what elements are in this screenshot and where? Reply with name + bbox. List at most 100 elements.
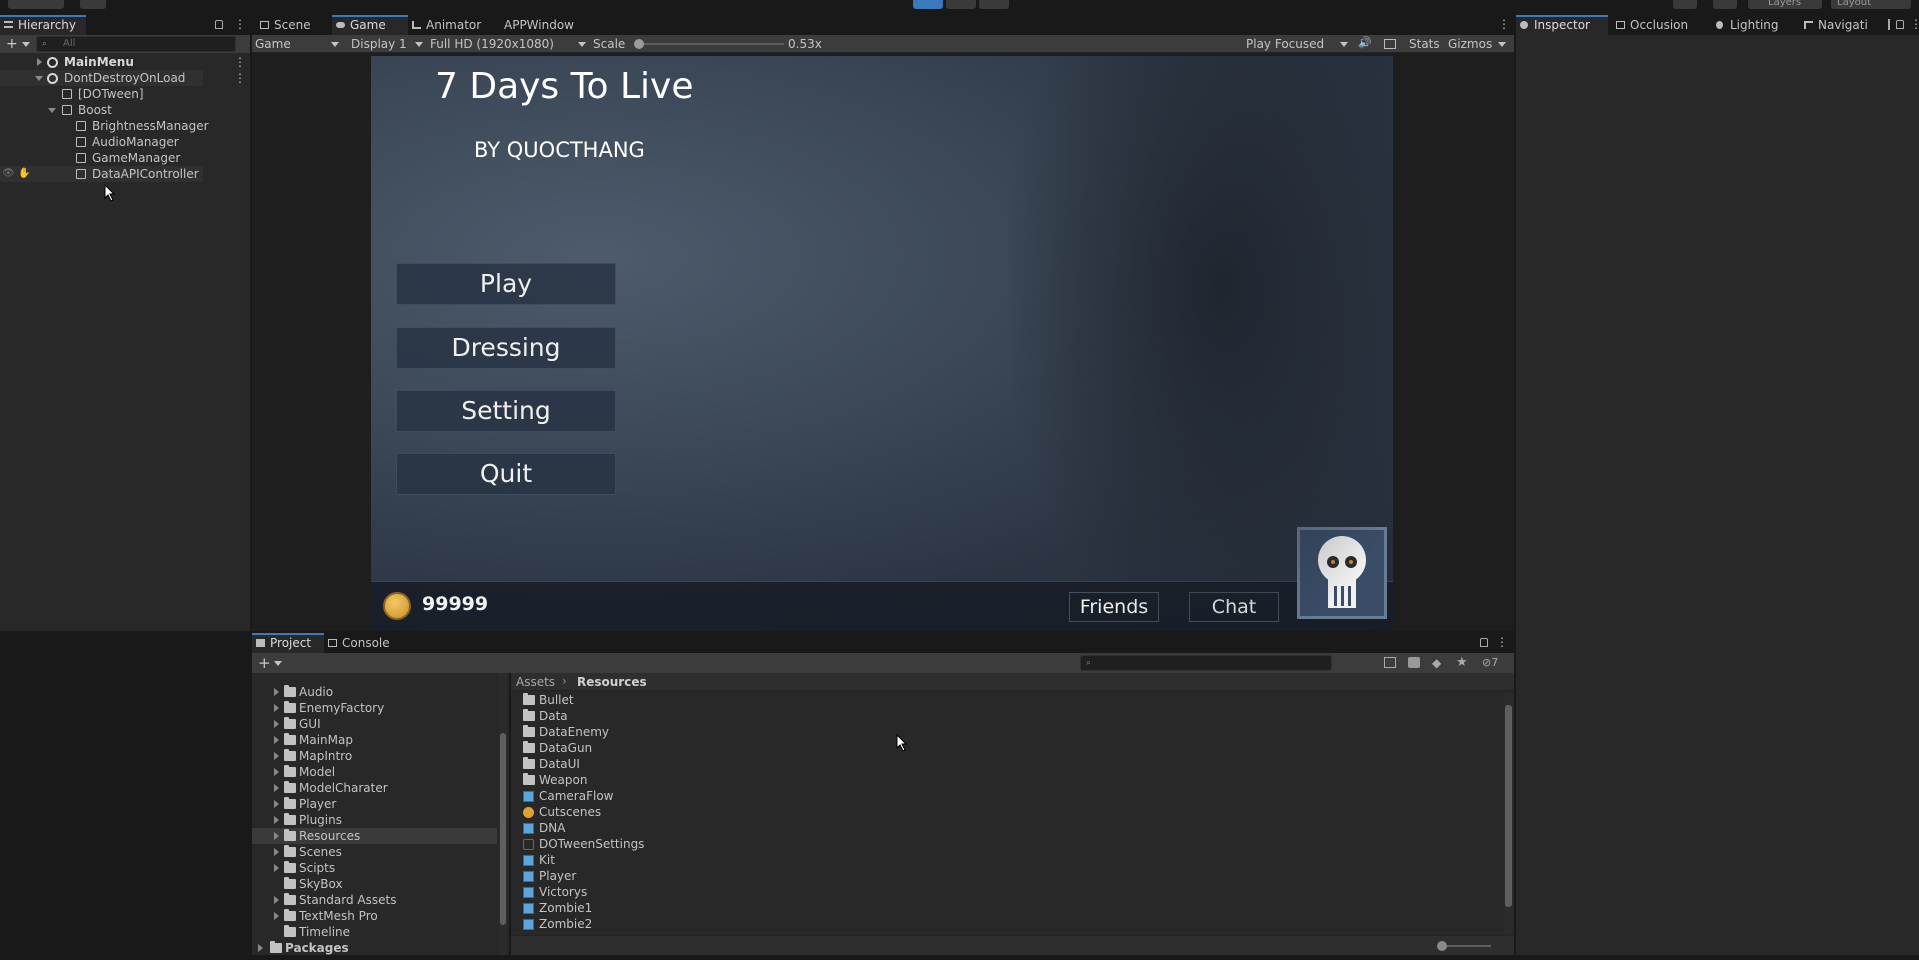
tab-scene[interactable]: Scene (256, 15, 332, 35)
tree-folder-audio[interactable]: Audio (272, 684, 497, 700)
lock-icon[interactable] (215, 20, 223, 29)
tree-folder-scipts[interactable]: Scipts (272, 860, 497, 876)
asset-scrollbar-thumb[interactable] (1505, 705, 1512, 907)
play-mode-dropdown[interactable]: Play Focused (1246, 35, 1350, 53)
dressing-menu-button[interactable]: Dressing (396, 327, 616, 369)
row-menu-icon[interactable] (234, 54, 246, 70)
tab-navigation[interactable]: Navigati (1800, 15, 1882, 35)
resolution-dropdown[interactable]: Full HD (1920x1080) (430, 35, 588, 53)
setting-menu-button[interactable]: Setting (396, 390, 616, 432)
breadcrumb-assets[interactable]: Assets (516, 675, 555, 689)
tree-folder-model[interactable]: Model (272, 764, 497, 780)
play-menu-button[interactable]: Play (396, 263, 616, 305)
chevron-down-icon[interactable] (22, 42, 30, 47)
tree-folder-mapintro[interactable]: MapIntro (272, 748, 497, 764)
pickable-hand-icon[interactable]: ✋ (18, 166, 30, 182)
project-menu-icon[interactable] (1496, 635, 1508, 649)
scale-slider-handle[interactable] (634, 39, 644, 49)
friends-button[interactable]: Friends (1069, 592, 1159, 622)
hierarchy-row-dotween[interactable]: [DOTween] (0, 86, 203, 102)
icon-size-slider[interactable] (1437, 941, 1491, 951)
tab-project[interactable]: Project (252, 633, 324, 653)
gizmos-dropdown[interactable]: Gizmos (1448, 35, 1508, 53)
tree-folder-enemyfactory[interactable]: EnemyFactory (272, 700, 497, 716)
add-icon[interactable]: + (258, 654, 271, 672)
tab-animator[interactable]: Animator (408, 15, 498, 35)
pause-button[interactable] (946, 0, 976, 9)
visibility-eye-icon[interactable]: 👁 (2, 166, 15, 182)
view-mode-dropdown[interactable]: Game (255, 35, 339, 53)
add-icon[interactable]: + (6, 36, 18, 52)
chevron-down-icon[interactable] (274, 661, 282, 666)
hierarchy-search-input[interactable]: ⌕ All (36, 36, 236, 52)
tab-overflow-icon[interactable] (1888, 19, 1894, 30)
skull-icon (1318, 536, 1366, 608)
avatar[interactable] (1297, 527, 1387, 619)
hierarchy-row-boost[interactable]: Boost (0, 102, 203, 118)
tree-folder-textmesh-pro[interactable]: TextMesh Pro (272, 908, 497, 924)
game-view[interactable]: 7 Days To Live BY QUOCTHANG Play Dressin… (371, 56, 1393, 631)
tab-appwindow[interactable]: APPWindow (498, 15, 590, 35)
tree-scrollbar-thumb[interactable] (500, 733, 506, 925)
hierarchy-menu-icon[interactable] (234, 17, 246, 31)
chat-button[interactable]: Chat (1189, 592, 1279, 622)
asset-scrollbar[interactable] (1504, 693, 1513, 933)
hidden-packages-icon[interactable]: ⊘7 (1482, 656, 1498, 669)
lock-icon[interactable] (1896, 20, 1904, 29)
tab-hierarchy[interactable]: Hierarchy (0, 15, 86, 35)
inspector-menu-icon[interactable] (1910, 17, 1919, 31)
breadcrumb-resources[interactable]: Resources (577, 675, 647, 689)
history-icon[interactable] (1673, 0, 1697, 9)
tab-occlusion[interactable]: Occlusion (1612, 15, 1708, 35)
tag-icon[interactable]: ◆ (1432, 656, 1441, 670)
expand-arrow-icon[interactable] (37, 58, 42, 66)
tree-folder-resources[interactable]: Resources (252, 828, 497, 844)
scale-slider[interactable] (634, 39, 784, 49)
tree-folder-skybox[interactable]: SkyBox (272, 876, 497, 892)
game-panel-menu-icon[interactable] (1498, 17, 1510, 31)
tab-console[interactable]: Console (324, 633, 400, 653)
quit-menu-button[interactable]: Quit (396, 453, 616, 495)
row-menu-icon[interactable] (234, 70, 246, 86)
tree-folder-standard-assets[interactable]: Standard Assets (272, 892, 497, 908)
collapse-arrow-icon[interactable] (48, 108, 56, 113)
hierarchy-row-dontdestroyonload[interactable]: DontDestroyOnLoad (0, 70, 246, 86)
account-button[interactable] (8, 0, 64, 9)
stats-button[interactable]: Stats (1409, 35, 1440, 53)
hierarchy-row-mainmenu[interactable]: MainMenu (0, 54, 246, 70)
mute-audio-icon[interactable]: 🔊 (1358, 36, 1372, 49)
hierarchy-row-dataapicontroller[interactable]: 👁 ✋ DataAPIController (0, 166, 203, 182)
game-toolbar: Game Display 1 Full HD (1920x1080) Scale… (252, 35, 1514, 53)
tab-inspector[interactable]: Inspector (1516, 15, 1608, 35)
icon-size-slider-handle[interactable] (1437, 941, 1447, 951)
tree-folder-mainmap[interactable]: MainMap (272, 732, 497, 748)
tree-scrollbar[interactable] (499, 673, 507, 955)
shortcut-grid-icon[interactable] (1384, 39, 1396, 49)
project-search-input[interactable]: ⌕ (1080, 655, 1332, 671)
favorite-star-icon[interactable]: ★ (1456, 655, 1468, 670)
hierarchy-row-brightnessmanager[interactable]: BrightnessManager (0, 118, 209, 134)
tree-folder-packages[interactable]: Packages (256, 940, 497, 956)
lock-icon[interactable] (1480, 638, 1488, 647)
collapse-arrow-icon[interactable] (35, 76, 43, 81)
search-by-type-icon[interactable] (1384, 657, 1396, 668)
tree-folder-player[interactable]: Player (272, 796, 497, 812)
play-button[interactable] (913, 0, 943, 9)
tree-folder-modelcharater[interactable]: ModelCharater (272, 780, 497, 796)
cloud-button[interactable] (80, 0, 106, 9)
tree-folder-gui[interactable]: GUI (272, 716, 497, 732)
hierarchy-row-gamemanager[interactable]: GameManager (0, 150, 203, 166)
step-button[interactable] (979, 0, 1009, 9)
tab-lighting[interactable]: Lighting (1712, 15, 1796, 35)
tree-folder-plugins[interactable]: Plugins (272, 812, 497, 828)
search-icon[interactable] (1713, 0, 1737, 9)
search-by-label-icon[interactable] (1408, 657, 1420, 668)
layers-dropdown[interactable]: Layers (1748, 0, 1822, 9)
hierarchy-row-audiomanager[interactable]: AudioManager (0, 134, 203, 150)
tab-game[interactable]: Game (332, 15, 408, 35)
tree-folder-timeline[interactable]: Timeline (272, 924, 497, 940)
tree-folder-scenes[interactable]: Scenes (272, 844, 497, 860)
display-dropdown[interactable]: Display 1 (351, 35, 423, 53)
layout-dropdown[interactable]: Layout (1831, 0, 1911, 9)
layers-label: Layers (1768, 0, 1802, 8)
